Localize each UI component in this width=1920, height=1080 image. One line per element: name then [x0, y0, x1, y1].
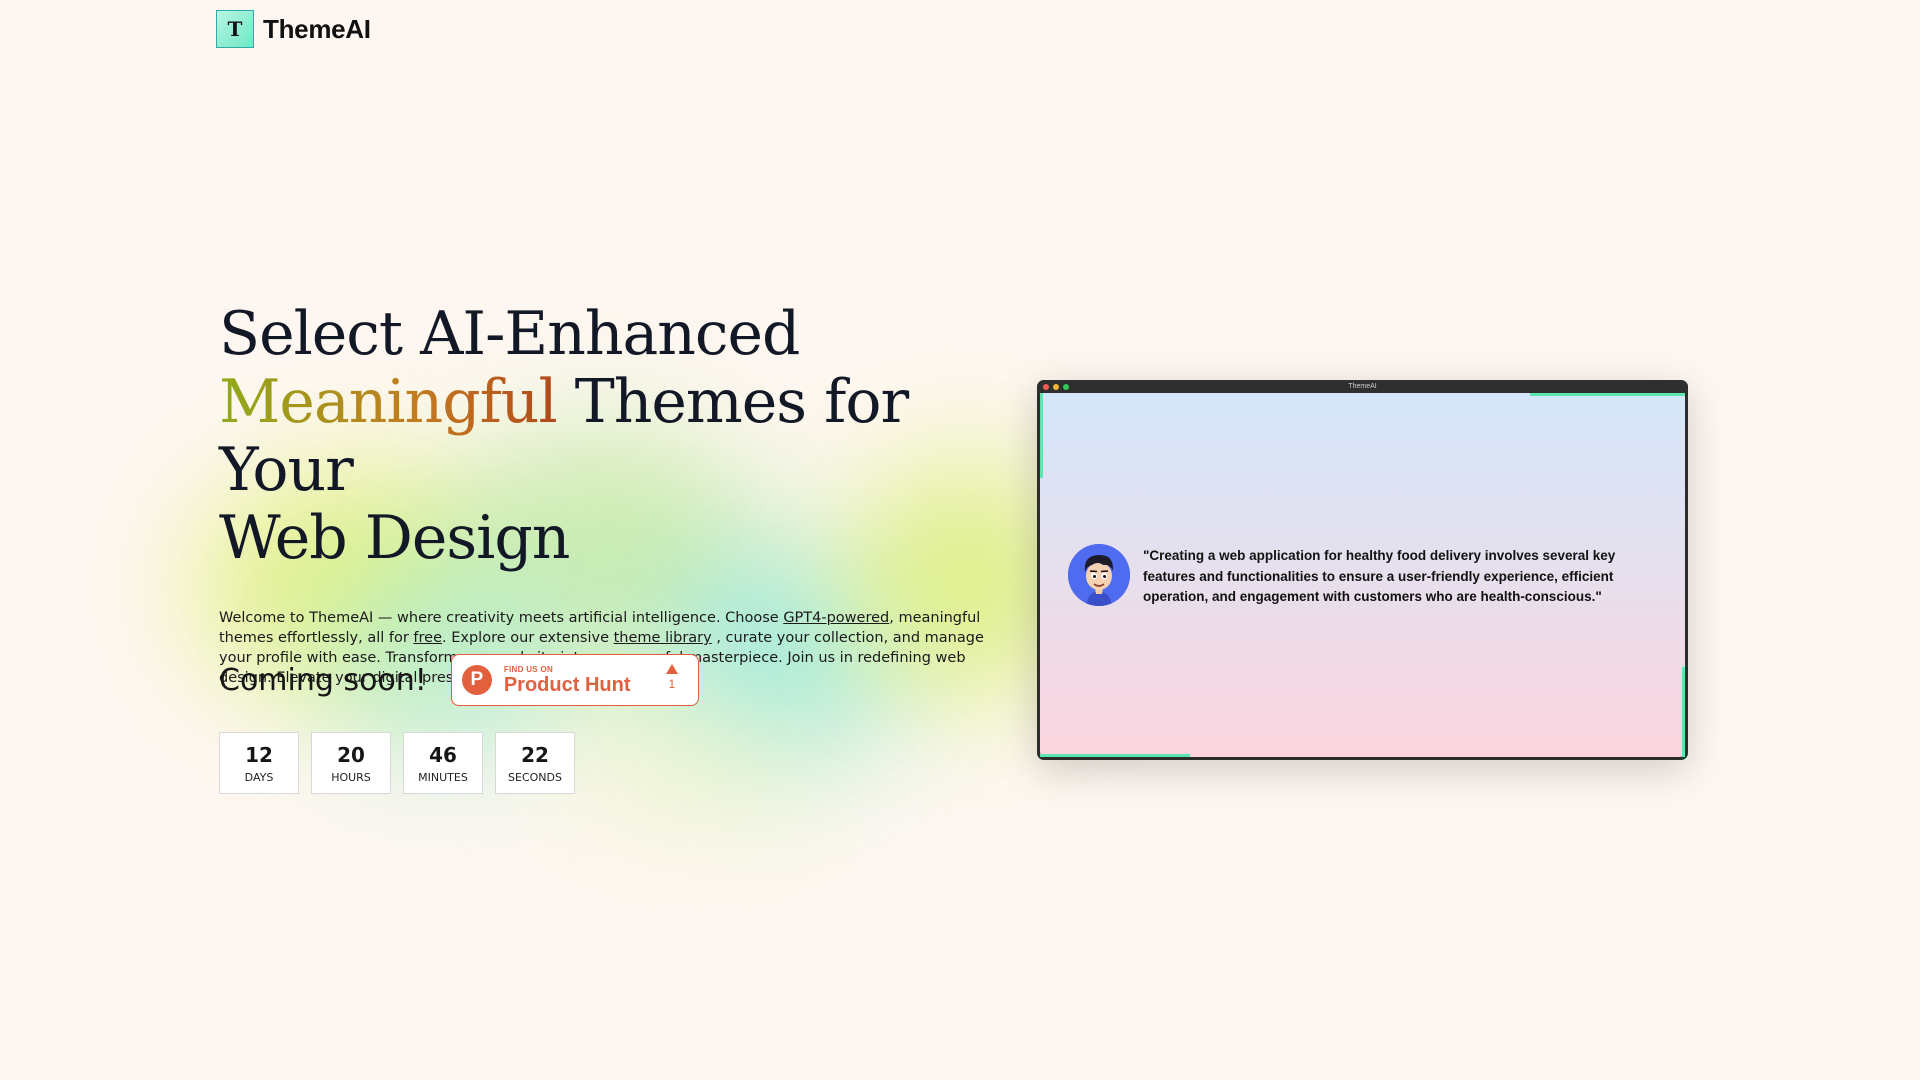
countdown-value: 22	[521, 742, 549, 767]
hero-section: Select AI-Enhanced Meaningful Themes for…	[219, 300, 1019, 703]
product-hunt-title: Product Hunt	[503, 673, 631, 696]
window-title: ThemeAI	[1348, 383, 1377, 390]
headline-accent-word: Meaningful	[219, 367, 558, 437]
hero-headline: Select AI-Enhanced Meaningful Themes for…	[219, 300, 1019, 572]
edge-glow	[1040, 754, 1190, 757]
countdown-value: 46	[429, 742, 457, 767]
site-header: T ThemeAI	[216, 10, 371, 48]
countdown-label: HOURS	[331, 770, 371, 784]
countdown-seconds: 22 SECONDS	[495, 732, 575, 794]
cta-row: Coming soon! P FIND US ON Product Hunt 1	[219, 654, 699, 706]
logo-letter: T	[227, 17, 243, 41]
headline-line3: Web Design	[219, 503, 570, 573]
logo-link[interactable]: T	[216, 10, 254, 48]
upvote-count: 1	[668, 677, 676, 691]
edge-glow	[1040, 393, 1043, 478]
countdown-days: 12 DAYS	[219, 732, 299, 794]
desc-text: Welcome to ThemeAI — where creativity me…	[219, 610, 784, 626]
theme-library-link[interactable]: theme library	[614, 630, 712, 646]
page: T ThemeAI Select AI-Enhanced Meaningful …	[0, 0, 1920, 1080]
background-glow	[560, 700, 840, 820]
product-hunt-icon: P	[461, 665, 492, 695]
countdown-label: MINUTES	[418, 770, 468, 784]
countdown-timer: 12 DAYS 20 HOURS 46 MINUTES 22 SECONDS	[219, 732, 575, 794]
product-hunt-small-text: FIND US ON	[503, 664, 554, 674]
headline-line1: Select AI-Enhanced	[219, 299, 800, 369]
window-titlebar: ThemeAI	[1037, 380, 1688, 393]
desc-text: . Explore our extensive	[442, 630, 614, 646]
countdown-value: 12	[245, 742, 273, 767]
gpt4-powered-link[interactable]: GPT4-powered	[783, 610, 889, 626]
window-content: "Creating a web application for healthy …	[1040, 393, 1685, 757]
product-hunt-badge[interactable]: P FIND US ON Product Hunt 1	[450, 654, 699, 706]
countdown-label: SECONDS	[508, 770, 562, 784]
coming-soon-label: Coming soon!	[219, 662, 427, 698]
countdown-minutes: 46 MINUTES	[403, 732, 483, 794]
product-hunt-text: FIND US ON Product Hunt	[504, 665, 631, 696]
edge-glow	[1530, 393, 1685, 396]
countdown-hours: 20 HOURS	[311, 732, 391, 794]
cartoon-face-icon	[1068, 544, 1130, 606]
free-link[interactable]: free	[413, 630, 442, 646]
brand-name[interactable]: ThemeAI	[263, 14, 371, 45]
avatar	[1068, 544, 1130, 606]
preview-window: ThemeAI "Creating a web application for …	[1037, 380, 1688, 760]
edge-glow	[1682, 667, 1685, 757]
product-hunt-upvote: 1	[665, 664, 678, 691]
countdown-label: DAYS	[244, 770, 274, 784]
ai-prompt-quote: "Creating a web application for healthy …	[1143, 548, 1616, 604]
countdown-value: 20	[337, 742, 365, 767]
upvote-triangle-icon	[665, 664, 678, 674]
